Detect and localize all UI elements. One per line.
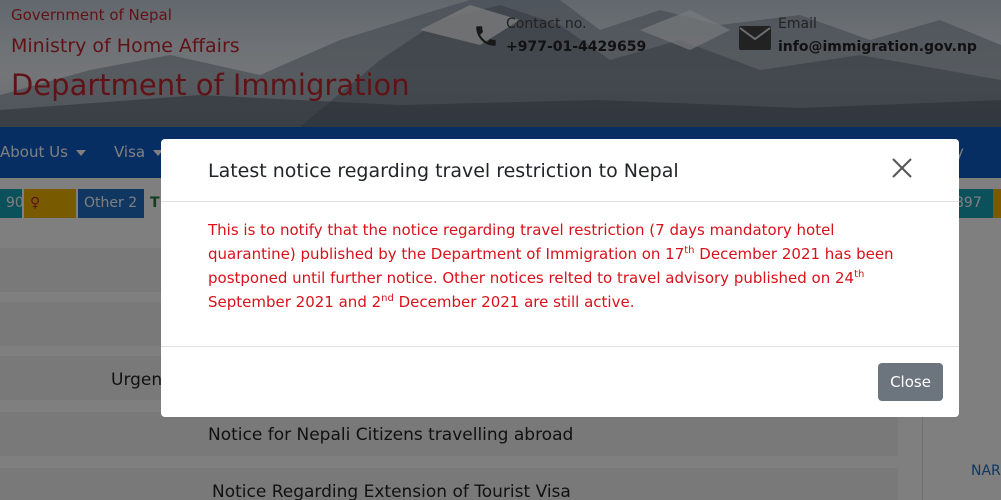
- modal-divider: [161, 201, 959, 202]
- modal-divider: [161, 346, 959, 347]
- modal-title: Latest notice regarding travel restricti…: [208, 160, 679, 182]
- close-icon[interactable]: [889, 155, 915, 181]
- notice-text-part: December 2021 are still active.: [393, 293, 635, 311]
- notice-text-part: September 2021 and 2: [208, 293, 382, 311]
- notice-modal: Latest notice regarding travel restricti…: [161, 139, 959, 417]
- ordinal-suffix: nd: [381, 293, 394, 304]
- close-button[interactable]: Close: [878, 363, 943, 401]
- ordinal-suffix: th: [854, 269, 865, 280]
- ordinal-suffix: th: [684, 245, 695, 256]
- modal-notice-text: This is to notify that the notice regard…: [208, 218, 908, 314]
